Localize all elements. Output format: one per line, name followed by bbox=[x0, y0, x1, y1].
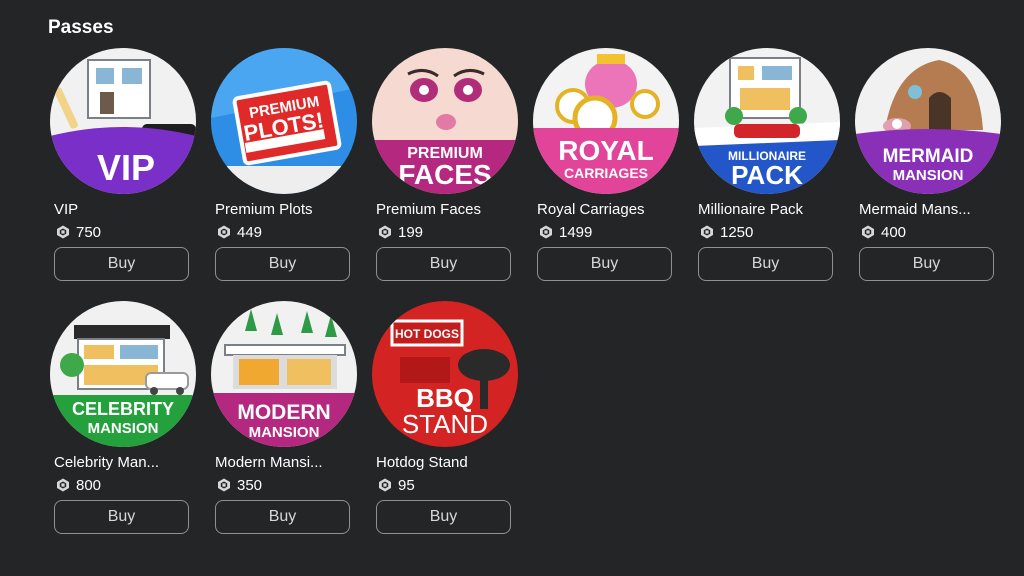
sign-text: HOT DOGS bbox=[395, 327, 459, 341]
robux-icon bbox=[379, 478, 391, 492]
price-row: 449 bbox=[217, 223, 262, 241]
robux-icon bbox=[540, 225, 552, 239]
pass-thumbnail-vip[interactable]: VIP bbox=[50, 48, 196, 194]
pass-name[interactable]: Royal Carriages bbox=[537, 201, 687, 218]
pass-badge-text: MANSION bbox=[88, 420, 159, 437]
pass-name[interactable]: VIP bbox=[54, 201, 204, 218]
robux-icon bbox=[218, 225, 230, 239]
buy-button[interactable]: Buy bbox=[698, 247, 833, 281]
pass-name[interactable]: Hotdog Stand bbox=[376, 454, 526, 471]
buy-button[interactable]: Buy bbox=[859, 247, 994, 281]
pass-thumbnail-hotdog-stand[interactable]: HOT DOGS BBQ STAND bbox=[372, 301, 518, 447]
robux-icon bbox=[862, 225, 874, 239]
pass-price: 95 bbox=[398, 476, 415, 494]
pass-badge-text: CELEBRITY bbox=[72, 399, 174, 419]
price-row: 95 bbox=[378, 476, 415, 494]
buy-button[interactable]: Buy bbox=[215, 500, 350, 534]
pass-price: 199 bbox=[398, 223, 424, 241]
pass-name[interactable]: Modern Mansi... bbox=[215, 454, 365, 471]
pass-badge-text: CARRIAGES bbox=[564, 165, 648, 181]
pass-name[interactable]: Premium Faces bbox=[376, 201, 526, 218]
buy-button[interactable]: Buy bbox=[537, 247, 672, 281]
buy-button[interactable]: Buy bbox=[376, 500, 511, 534]
pass-name[interactable]: Millionaire Pack bbox=[698, 201, 848, 218]
robux-icon bbox=[57, 225, 69, 239]
buy-button[interactable]: Buy bbox=[54, 247, 189, 281]
pass-thumbnail-premium-plots[interactable]: PREMIUM PLOTS! bbox=[211, 48, 357, 194]
pass-thumbnail-modern-mansion[interactable]: MODERN MANSION bbox=[211, 301, 357, 447]
pass-name[interactable]: Premium Plots bbox=[215, 201, 365, 218]
pass-price: 400 bbox=[881, 223, 907, 241]
buy-button[interactable]: Buy bbox=[54, 500, 189, 534]
robux-icon bbox=[701, 225, 713, 239]
pass-thumbnail-mermaid-mansion[interactable]: MERMAID MANSION bbox=[855, 48, 1001, 194]
pass-price: 350 bbox=[237, 476, 263, 494]
pass-name[interactable]: Mermaid Mans... bbox=[859, 201, 1009, 218]
pass-badge-text: MANSION bbox=[249, 424, 320, 441]
price-row: 350 bbox=[217, 476, 262, 494]
price-row: 800 bbox=[56, 476, 101, 494]
pass-badge-text: MERMAID bbox=[883, 146, 974, 167]
price-row: 400 bbox=[861, 223, 906, 241]
pass-badge-text: ROYAL bbox=[558, 135, 653, 166]
buy-button[interactable]: Buy bbox=[376, 247, 511, 281]
section-title: Passes bbox=[48, 17, 114, 38]
pass-name[interactable]: Celebrity Man... bbox=[54, 454, 204, 471]
pass-thumbnail-premium-faces[interactable]: PREMIUM FACES bbox=[372, 48, 518, 194]
pass-badge-text: VIP bbox=[97, 147, 155, 188]
pass-badge-text: FACES bbox=[398, 159, 491, 190]
pass-thumbnail-celebrity-mansion[interactable]: CELEBRITY MANSION bbox=[50, 301, 196, 447]
pass-price: 800 bbox=[76, 476, 102, 494]
price-row: 750 bbox=[56, 223, 101, 241]
pass-price: 1499 bbox=[559, 223, 593, 241]
pass-price: 750 bbox=[76, 223, 102, 241]
pass-price: 1250 bbox=[720, 223, 754, 241]
price-row: 1499 bbox=[539, 223, 592, 241]
pass-badge-text: MODERN bbox=[237, 401, 330, 424]
price-row: 1250 bbox=[700, 223, 753, 241]
robux-icon bbox=[379, 225, 391, 239]
robux-icon bbox=[57, 478, 69, 492]
pass-badge-text: MANSION bbox=[893, 167, 964, 184]
pass-badge-text: STAND bbox=[402, 409, 488, 439]
robux-icon bbox=[218, 478, 230, 492]
price-row: 199 bbox=[378, 223, 423, 241]
pass-thumbnail-royal-carriages[interactable]: ROYAL CARRIAGES bbox=[533, 48, 679, 194]
pass-thumbnail-millionaire-pack[interactable]: MILLIONAIRE PACK bbox=[694, 48, 840, 194]
pass-badge-text: PACK bbox=[731, 160, 803, 190]
pass-price: 449 bbox=[237, 223, 263, 241]
buy-button[interactable]: Buy bbox=[215, 247, 350, 281]
